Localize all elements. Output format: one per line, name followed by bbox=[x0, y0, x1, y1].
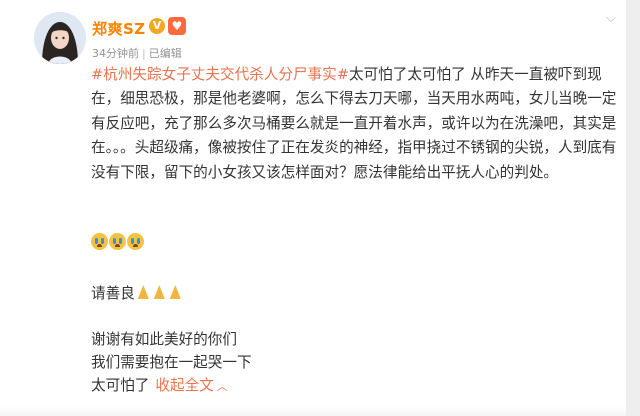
kindness-text: 请善良 bbox=[91, 285, 135, 302]
pray-emoji-icon bbox=[168, 285, 183, 300]
post-body: 太可怕了太可怕了 从昨天一直被吓到现在，细思恐极，那是他老婆啊，怎么下得去刀天哪… bbox=[91, 66, 617, 181]
pray-emoji-icon bbox=[136, 285, 151, 300]
thanks-line: 谢谢有如此美好的你们 bbox=[91, 331, 237, 348]
meta-separator: | bbox=[142, 47, 146, 60]
more-options-chevron-icon[interactable]: ⌵ bbox=[606, 12, 620, 25]
card-bottom-edge bbox=[0, 406, 626, 416]
collapse-label[interactable]: 收起全文 bbox=[155, 377, 213, 394]
avatar[interactable] bbox=[34, 12, 86, 64]
post-text: #杭州失踪女子丈夫交代杀人分尸事实#太可怕了太可怕了 从昨天一直被吓到现在，细思… bbox=[91, 63, 621, 185]
weibo-post-card: 郑爽SZ V ♥ 34分钟前 | 已编辑 ⌵ #杭州失踪女子丈夫交代杀人分尸事实#太… bbox=[0, 0, 626, 416]
post-time[interactable]: 34分钟前 bbox=[92, 47, 139, 60]
cry-emoji-icon bbox=[91, 233, 108, 250]
chevron-up-icon[interactable]: ︿ bbox=[217, 380, 228, 393]
hug-line: 我们需要抱在一起哭一下 bbox=[91, 354, 252, 371]
cry-emoji-icon bbox=[109, 233, 126, 250]
member-heart-icon: ♥ bbox=[168, 17, 186, 35]
hashtag-link[interactable]: #杭州失踪女子丈夫交代杀人分尸事实# bbox=[91, 66, 349, 83]
username[interactable]: 郑爽SZ bbox=[92, 18, 146, 39]
post-meta: 34分钟前 | 已编辑 bbox=[92, 45, 182, 61]
cry-emoji-icon bbox=[127, 233, 144, 250]
edited-label[interactable]: 已编辑 bbox=[149, 47, 182, 60]
verified-badge-icon: V bbox=[149, 18, 165, 34]
last-line: 太可怕了 收起全文 ︿ bbox=[91, 374, 228, 399]
kindness-line: 请善良 bbox=[91, 282, 183, 306]
pray-emoji-icon bbox=[152, 285, 167, 300]
collapse-full-text-link[interactable]: 收起全文 ︿ bbox=[155, 377, 227, 394]
last-line-text: 太可怕了 bbox=[91, 377, 150, 394]
emoji-row bbox=[91, 233, 145, 251]
avatar-image bbox=[34, 12, 86, 64]
